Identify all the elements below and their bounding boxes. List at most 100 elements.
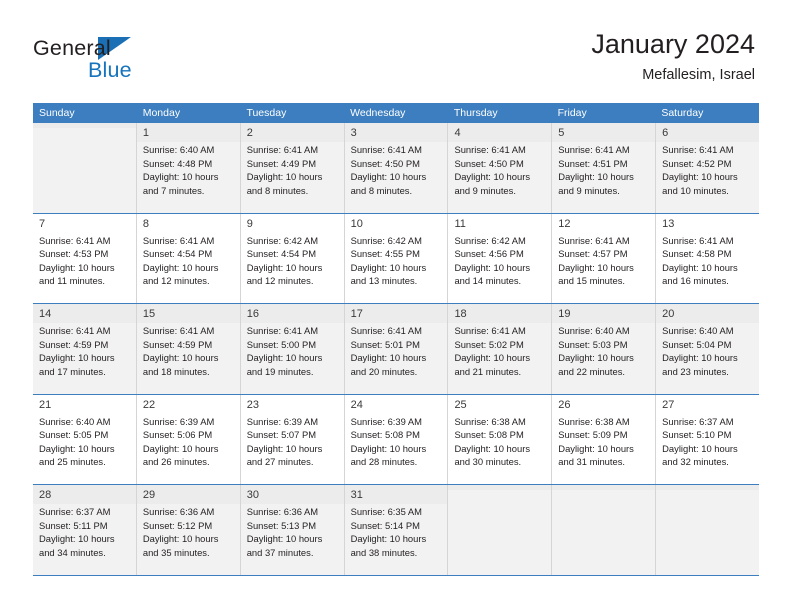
daylight-text-cont: and 9 minutes. (558, 184, 620, 196)
daylight-text-cont: and 14 minutes. (454, 275, 522, 287)
day-cell[interactable]: 9 Sunrise: 6:42 AM Sunset: 4:54 PM Dayli… (240, 213, 345, 303)
sunset-text: Sunset: 4:53 PM (39, 248, 109, 260)
daylight-text: Daylight: 10 hours (350, 352, 427, 364)
daylight-text: Daylight: 10 hours (142, 533, 219, 545)
title-block: January 2024 Mefallesim, Israel (591, 28, 755, 85)
day-cell[interactable]: 25 Sunrise: 6:38 AM Sunset: 5:08 PM Dayl… (448, 394, 553, 484)
day-cell[interactable]: 30 Sunrise: 6:36 AM Sunset: 5:13 PM Dayl… (240, 485, 345, 575)
day-cell[interactable]: 28 Sunrise: 6:37 AM Sunset: 5:11 PM Dayl… (33, 485, 137, 575)
day-number: 18 (448, 304, 552, 323)
day-cell[interactable]: 23 Sunrise: 6:39 AM Sunset: 5:07 PM Dayl… (240, 394, 345, 484)
day-number: 15 (136, 304, 240, 323)
day-number: 23 (246, 398, 259, 411)
sunset-text: Sunset: 5:00 PM (246, 338, 317, 350)
day-cell[interactable]: 31 Sunrise: 6:35 AM Sunset: 5:14 PM Dayl… (344, 485, 449, 575)
day-details: Sunrise: 6:42 AM Sunset: 4:55 PM Dayligh… (345, 233, 448, 288)
day-details: Sunrise: 6:38 AM Sunset: 5:08 PM Dayligh… (448, 414, 551, 469)
sunset-text: Sunset: 4:49 PM (246, 157, 317, 169)
sunset-text: Sunset: 4:55 PM (350, 248, 420, 260)
day-cell[interactable]: 1 Sunrise: 6:40 AM Sunset: 4:48 PM Dayli… (136, 123, 241, 213)
day-cell[interactable]: 24 Sunrise: 6:39 AM Sunset: 5:08 PM Dayl… (344, 394, 449, 484)
daylight-text-cont: and 9 minutes. (454, 184, 516, 196)
day-details: Sunrise: 6:40 AM Sunset: 5:04 PM Dayligh… (656, 323, 759, 378)
day-cell[interactable]: 17 Sunrise: 6:41 AM Sunset: 5:01 PM Dayl… (344, 304, 449, 394)
calendar-week-row: 28 Sunrise: 6:37 AM Sunset: 5:11 PM Dayl… (33, 485, 760, 576)
daylight-text: Daylight: 10 hours (39, 533, 115, 545)
day-number: 5 (552, 123, 656, 142)
day-cell[interactable] (656, 485, 760, 575)
sunrise-text: Sunrise: 6:39 AM (350, 415, 422, 427)
day-cell[interactable]: 12 Sunrise: 6:41 AM Sunset: 4:57 PM Dayl… (552, 213, 657, 303)
day-details: Sunrise: 6:42 AM Sunset: 4:56 PM Dayligh… (448, 233, 551, 288)
day-cell[interactable]: 10 Sunrise: 6:42 AM Sunset: 4:55 PM Dayl… (344, 213, 449, 303)
day-number: 21 (39, 398, 52, 411)
sunrise-text: Sunrise: 6:41 AM (350, 144, 422, 155)
sunrise-text: Sunrise: 6:40 AM (142, 144, 215, 155)
day-cell[interactable] (552, 485, 657, 575)
sunrise-text: Sunrise: 6:40 AM (39, 415, 111, 427)
day-cell[interactable]: 5 Sunrise: 6:41 AM Sunset: 4:51 PM Dayli… (552, 123, 657, 213)
day-details: Sunrise: 6:41 AM Sunset: 4:58 PM Dayligh… (656, 233, 759, 288)
day-number: 22 (142, 398, 156, 411)
sunset-text: Sunset: 5:14 PM (350, 519, 420, 531)
day-details: Sunrise: 6:41 AM Sunset: 4:51 PM Dayligh… (552, 142, 655, 197)
day-cell[interactable]: 4 Sunrise: 6:41 AM Sunset: 4:50 PM Dayli… (448, 123, 553, 213)
sunrise-text: Sunrise: 6:42 AM (246, 234, 319, 246)
day-cell[interactable]: 16 Sunrise: 6:41 AM Sunset: 5:00 PM Dayl… (240, 304, 345, 394)
daylight-text-cont: and 12 minutes. (246, 275, 314, 287)
day-cell[interactable]: 2 Sunrise: 6:41 AM Sunset: 4:49 PM Dayli… (240, 123, 345, 213)
day-cell[interactable]: 11 Sunrise: 6:42 AM Sunset: 4:56 PM Dayl… (448, 213, 553, 303)
day-cell[interactable]: 19 Sunrise: 6:40 AM Sunset: 5:03 PM Dayl… (552, 304, 657, 394)
day-number: 8 (142, 217, 149, 230)
daylight-text: Daylight: 10 hours (662, 171, 738, 183)
day-cell[interactable]: 15 Sunrise: 6:41 AM Sunset: 4:59 PM Dayl… (136, 304, 241, 394)
day-number: 16 (240, 304, 344, 323)
day-details: Sunrise: 6:40 AM Sunset: 5:05 PM Dayligh… (33, 414, 136, 469)
daylight-text: Daylight: 10 hours (558, 442, 634, 454)
day-cell[interactable] (33, 123, 137, 213)
day-number (448, 485, 552, 490)
daylight-text: Daylight: 10 hours (350, 533, 427, 545)
day-cell[interactable]: 22 Sunrise: 6:39 AM Sunset: 5:06 PM Dayl… (136, 394, 241, 484)
sunrise-text: Sunrise: 6:41 AM (558, 144, 630, 155)
daylight-text-cont: and 15 minutes. (558, 275, 626, 287)
day-number: 7 (39, 217, 46, 230)
day-cell[interactable]: 6 Sunrise: 6:41 AM Sunset: 4:52 PM Dayli… (656, 123, 760, 213)
day-cell[interactable] (448, 485, 553, 575)
daylight-text: Daylight: 10 hours (454, 171, 531, 183)
sunset-text: Sunset: 4:50 PM (350, 157, 420, 169)
day-cell[interactable]: 8 Sunrise: 6:41 AM Sunset: 4:54 PM Dayli… (136, 213, 241, 303)
day-cell[interactable]: 29 Sunrise: 6:36 AM Sunset: 5:12 PM Dayl… (136, 485, 241, 575)
day-number: 9 (246, 217, 253, 230)
day-cell[interactable]: 26 Sunrise: 6:38 AM Sunset: 5:09 PM Dayl… (552, 394, 657, 484)
day-cell[interactable]: 27 Sunrise: 6:37 AM Sunset: 5:10 PM Dayl… (656, 394, 760, 484)
daylight-text-cont: and 35 minutes. (142, 546, 210, 558)
daylight-text: Daylight: 10 hours (142, 352, 219, 364)
day-cell[interactable]: 21 Sunrise: 6:40 AM Sunset: 5:05 PM Dayl… (33, 394, 137, 484)
day-cell[interactable]: 7 Sunrise: 6:41 AM Sunset: 4:53 PM Dayli… (33, 213, 137, 303)
general-blue-logo[interactable]: General Blue (33, 36, 203, 86)
sunset-text: Sunset: 4:50 PM (454, 157, 524, 169)
day-cell[interactable]: 18 Sunrise: 6:41 AM Sunset: 5:02 PM Dayl… (448, 304, 553, 394)
daylight-text-cont: and 20 minutes. (350, 365, 418, 377)
sunrise-text: Sunrise: 6:41 AM (246, 325, 319, 336)
day-cell[interactable]: 14 Sunrise: 6:41 AM Sunset: 4:59 PM Dayl… (33, 304, 137, 394)
day-details: Sunrise: 6:36 AM Sunset: 5:13 PM Dayligh… (241, 504, 344, 559)
sunrise-text: Sunrise: 6:41 AM (662, 234, 734, 246)
day-number: 10 (350, 217, 363, 230)
sunrise-text: Sunrise: 6:38 AM (454, 415, 526, 427)
daylight-text-cont: and 7 minutes. (142, 184, 205, 196)
daylight-text: Daylight: 10 hours (662, 442, 738, 454)
daylight-text-cont: and 11 minutes. (39, 275, 106, 287)
day-cell[interactable]: 13 Sunrise: 6:41 AM Sunset: 4:58 PM Dayl… (656, 213, 760, 303)
daylight-text-cont: and 10 minutes. (662, 184, 729, 196)
day-cell[interactable]: 20 Sunrise: 6:40 AM Sunset: 5:04 PM Dayl… (656, 304, 760, 394)
sunrise-text: Sunrise: 6:41 AM (246, 144, 319, 155)
day-cell[interactable]: 3 Sunrise: 6:41 AM Sunset: 4:50 PM Dayli… (344, 123, 449, 213)
sunrise-text: Sunrise: 6:42 AM (350, 234, 422, 246)
daylight-text-cont: and 22 minutes. (558, 365, 626, 377)
daylight-text: Daylight: 10 hours (142, 442, 219, 454)
sunrise-text: Sunrise: 6:41 AM (39, 234, 111, 246)
day-number: 6 (656, 123, 760, 142)
day-details: Sunrise: 6:35 AM Sunset: 5:14 PM Dayligh… (345, 504, 448, 559)
